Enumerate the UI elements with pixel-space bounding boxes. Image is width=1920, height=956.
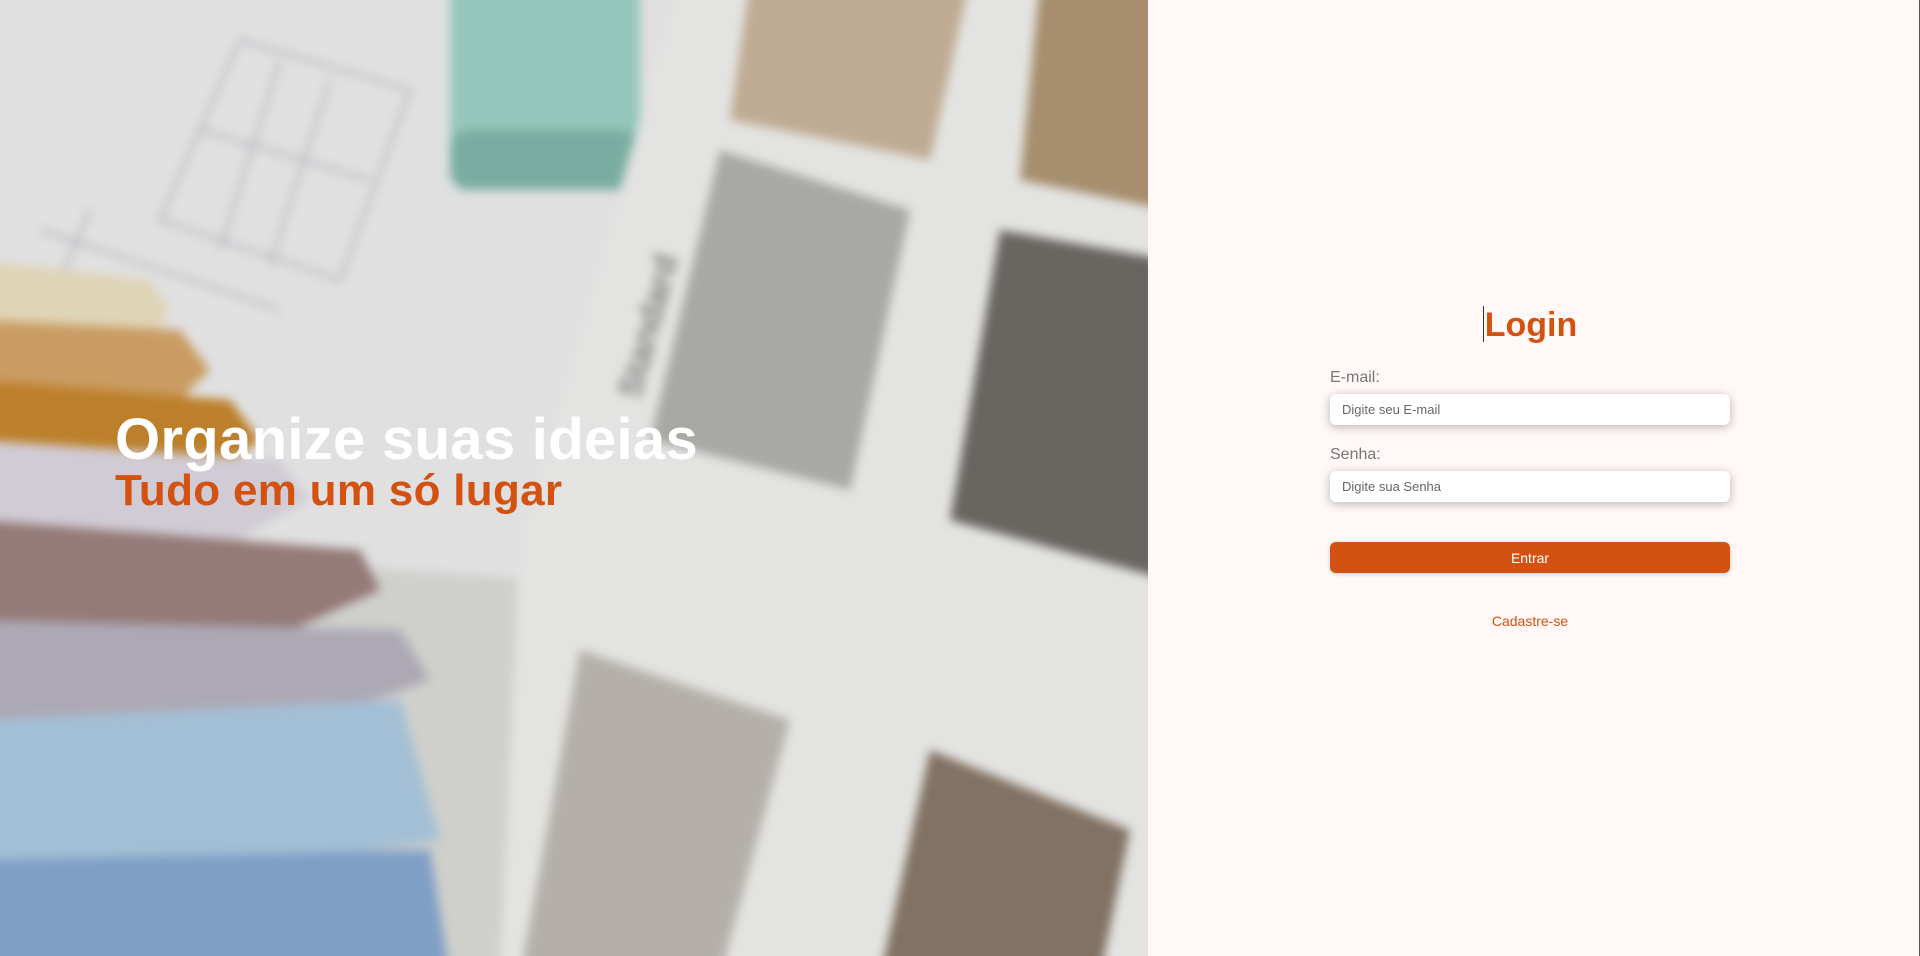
text-caret — [1482, 306, 1484, 342]
email-input[interactable] — [1330, 394, 1730, 425]
login-panel: Login E-mail: Senha: Entrar Cadastre-se — [1148, 0, 1919, 956]
login-title-text: Login — [1484, 306, 1578, 344]
login-button[interactable]: Entrar — [1330, 542, 1730, 573]
email-label: E-mail: — [1330, 369, 1380, 386]
password-label: Senha: — [1330, 446, 1381, 463]
hero-text-block: Organize suas ideias Tudo em um só lugar — [115, 408, 698, 516]
password-input[interactable] — [1330, 471, 1730, 502]
login-title: Login — [1330, 300, 1730, 350]
hero-title: Organize suas ideias — [115, 407, 699, 472]
login-form: Login E-mail: Senha: Entrar Cadastre-se — [1330, 300, 1730, 629]
page: Standard Organize suas ideias Tudo em um… — [0, 0, 1919, 956]
hero-section: Standard Organize suas ideias Tudo em um… — [0, 0, 1148, 956]
hero-subtitle: Tudo em um só lugar — [115, 466, 563, 515]
signup-link[interactable]: Cadastre-se — [1330, 613, 1730, 629]
